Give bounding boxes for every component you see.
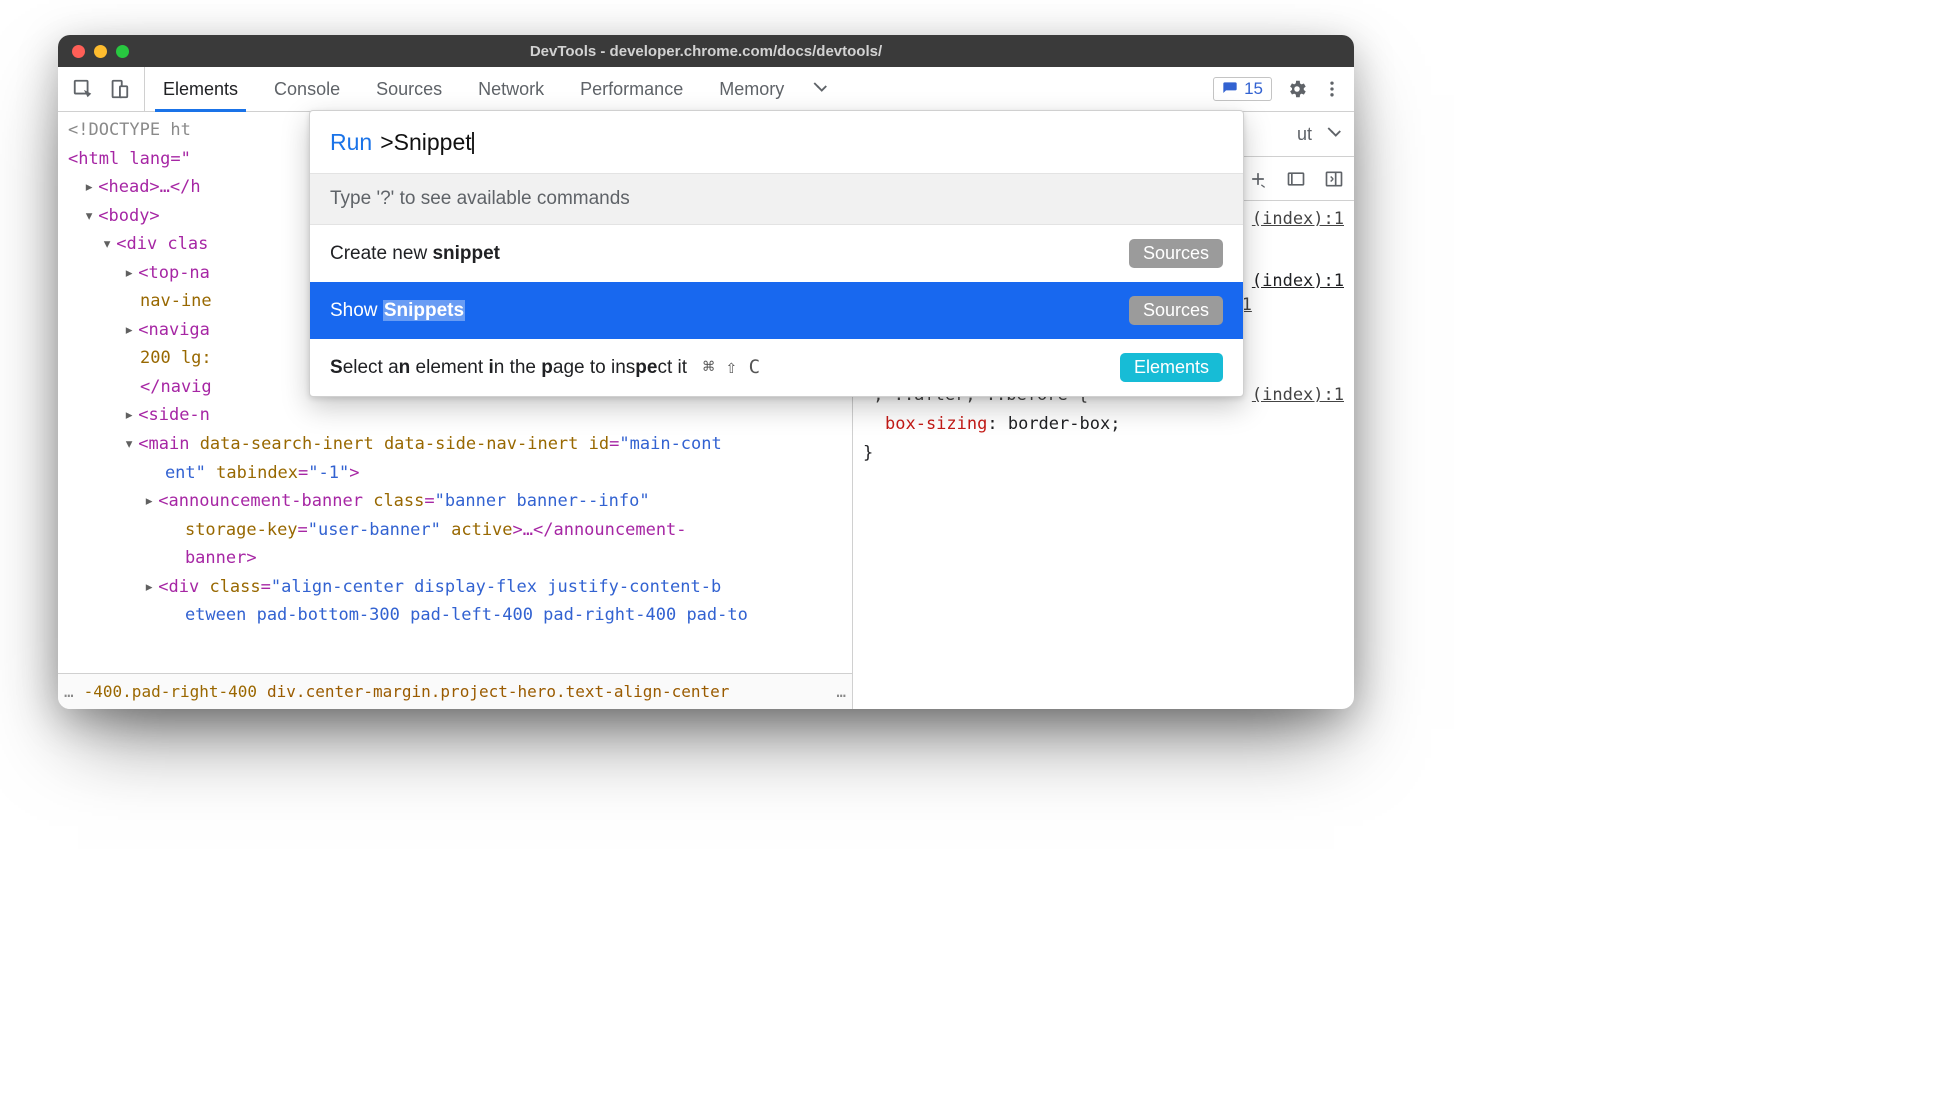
computed-sidebar-toggle-icon[interactable]	[1324, 169, 1344, 189]
close-window-button[interactable]	[72, 45, 85, 58]
window-controls	[58, 45, 129, 58]
window-title: DevTools - developer.chrome.com/docs/dev…	[58, 43, 1354, 60]
dom-line: <side-n	[124, 401, 852, 430]
command-input-row[interactable]: Run >Snippet	[310, 111, 1243, 173]
tab-overflow-icon[interactable]	[802, 67, 840, 111]
tab-console[interactable]: Console	[256, 67, 358, 111]
issues-count: 15	[1244, 79, 1263, 99]
zoom-window-button[interactable]	[116, 45, 129, 58]
tab-elements[interactable]: Elements	[145, 67, 256, 111]
more-options-icon[interactable]	[1322, 79, 1342, 99]
rule-source-link[interactable]: (index):1	[1252, 267, 1344, 296]
tab-performance[interactable]: Performance	[562, 67, 701, 111]
dom-line: <main data-search-inert data-side-nav-in…	[124, 430, 852, 487]
tab-memory[interactable]: Memory	[701, 67, 802, 111]
command-item-create-snippet[interactable]: Create new snippet Sources	[310, 225, 1243, 282]
command-item-source-badge: Elements	[1120, 353, 1223, 382]
titlebar: DevTools - developer.chrome.com/docs/dev…	[58, 35, 1354, 67]
dom-line: <div class="align-center display-flex ju…	[144, 573, 852, 630]
command-prefix: Run	[330, 129, 372, 156]
minimize-window-button[interactable]	[94, 45, 107, 58]
toggle-classes-icon[interactable]	[1286, 169, 1306, 189]
inspect-element-icon[interactable]	[72, 78, 94, 100]
main-toolbar: Elements Console Sources Network Perform…	[58, 67, 1354, 112]
rule-source-link[interactable]: (index):1	[1252, 381, 1344, 410]
panel-tabs: Elements Console Sources Network Perform…	[145, 67, 840, 111]
command-item-source-badge: Sources	[1129, 296, 1223, 325]
devtools-window: DevTools - developer.chrome.com/docs/dev…	[58, 35, 1354, 709]
styles-tab-overflow-icon[interactable]	[1326, 125, 1344, 143]
tab-sources[interactable]: Sources	[358, 67, 460, 111]
breadcrumb-overflow-left[interactable]: …	[64, 682, 74, 701]
command-shortcut: ⌘ ⇧ C	[703, 356, 760, 378]
toolbar-left-controls	[58, 67, 145, 111]
styles-tab-fragment[interactable]: ut	[1297, 124, 1312, 145]
toolbar-right-controls: 15	[1207, 67, 1354, 111]
breadcrumb-item-active[interactable]: div.center-margin.project-hero.text-alig…	[267, 682, 729, 701]
dom-line: <announcement-banner class="banner banne…	[144, 487, 852, 573]
command-query: >Snippet	[380, 129, 471, 156]
command-item-select-element[interactable]: Select an element in the page to inspect…	[310, 339, 1243, 396]
issues-badge[interactable]: 15	[1213, 77, 1272, 101]
new-style-rule-icon[interactable]	[1248, 169, 1268, 189]
command-item-source-badge: Sources	[1129, 239, 1223, 268]
dom-breadcrumbs[interactable]: … -400.pad-right-400 div.center-margin.p…	[58, 673, 852, 709]
command-hint: Type '?' to see available commands	[310, 173, 1243, 225]
breadcrumb-overflow-right[interactable]: …	[836, 682, 846, 701]
tab-network[interactable]: Network	[460, 67, 562, 111]
breadcrumb-item[interactable]: -400.pad-right-400	[84, 682, 257, 701]
settings-gear-icon[interactable]	[1286, 78, 1308, 100]
command-item-show-snippets[interactable]: Show Snippets Sources	[310, 282, 1243, 339]
command-menu: Run >Snippet Type '?' to see available c…	[309, 110, 1244, 397]
rule-source-link[interactable]: (index):1	[1252, 205, 1344, 234]
device-toolbar-icon[interactable]	[108, 78, 130, 100]
